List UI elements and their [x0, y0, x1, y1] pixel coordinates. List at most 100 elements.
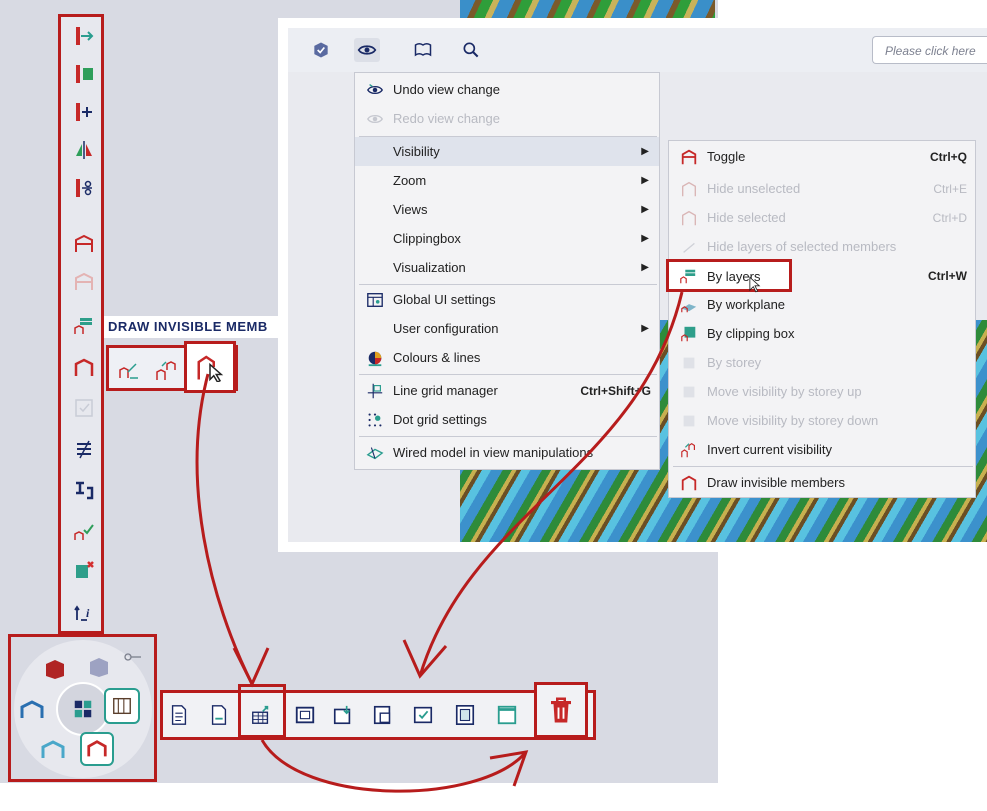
tab-book-icon[interactable]	[410, 38, 436, 62]
by-layers-highlight[interactable]: By layers	[666, 259, 792, 293]
cut-member-icon[interactable]	[69, 175, 99, 201]
member-red-icon[interactable]	[42, 656, 68, 680]
submenu-arrow-icon: ▶	[641, 175, 649, 186]
tab-view-icon[interactable]	[354, 38, 380, 62]
menu-separator	[359, 374, 657, 375]
clipping-box-icon	[679, 324, 699, 344]
submenu-item-hide-unselected[interactable]: Hide unselected Ctrl+E	[669, 174, 975, 203]
import-picture-icon[interactable]	[330, 702, 356, 728]
wired-model-icon	[365, 443, 385, 463]
menu-item-visualization[interactable]: Visualization ▶	[355, 253, 659, 282]
section-icon[interactable]	[69, 477, 99, 503]
report-icon[interactable]	[370, 702, 396, 728]
menu-item-wired-model[interactable]: Wired model in view manipulations	[355, 438, 659, 467]
check-member-icon[interactable]	[69, 517, 99, 543]
submenu-item-by-workplane[interactable]: By workplane	[669, 290, 975, 319]
hide-unselected-icon	[679, 179, 699, 199]
submenu-arrow-icon: ▶	[641, 146, 649, 157]
menu-item-global-ui-settings[interactable]: Global UI settings	[355, 285, 659, 314]
menu-item-colours-lines[interactable]: Colours & lines	[355, 343, 659, 372]
check-disabled-icon[interactable]	[69, 395, 99, 421]
extend-member-icon[interactable]	[69, 23, 99, 49]
check-report-icon[interactable]	[410, 702, 436, 728]
global-settings-icon	[365, 290, 385, 310]
submenu-arrow-icon: ▶	[641, 262, 649, 273]
menu-item-undo-view[interactable]: Undo view change	[355, 75, 659, 104]
view-menu: Undo view change Redo view change Visibi…	[354, 72, 660, 470]
invert-visibility-icon	[679, 440, 699, 460]
menu-item-redo-view[interactable]: Redo view change	[355, 104, 659, 133]
frame-ghost-icon[interactable]	[40, 738, 66, 762]
undo-view-icon	[365, 80, 385, 100]
floor-plan-button[interactable]	[104, 688, 140, 724]
mirror-icon[interactable]	[69, 137, 99, 163]
delete-list-icon[interactable]	[69, 557, 99, 583]
delete-button[interactable]	[534, 682, 588, 738]
menu-item-user-configuration[interactable]: User configuration ▶	[355, 314, 659, 343]
submenu-item-draw-invisible[interactable]: Draw invisible members	[669, 468, 975, 497]
by-layers-icon[interactable]	[69, 311, 99, 337]
invert-visibility-icon[interactable]	[151, 356, 181, 384]
frame-disabled-icon[interactable]	[69, 269, 99, 295]
submenu-item-invert-visibility[interactable]: Invert current visibility	[669, 435, 975, 464]
document-icon[interactable]	[166, 702, 192, 728]
submenu-item-storey-down[interactable]: Move visibility by storey down	[669, 406, 975, 435]
menu-separator	[359, 436, 657, 437]
svg-text:i: i	[86, 606, 90, 620]
split-member-icon[interactable]	[69, 61, 99, 87]
draw-invisible-members-button[interactable]	[184, 341, 236, 393]
menu-item-dot-grid-settings[interactable]: Dot grid settings	[355, 405, 659, 434]
document-page-icon[interactable]	[206, 702, 232, 728]
submenu-arrow-icon: ▶	[641, 233, 649, 244]
member-grey-icon[interactable]	[86, 654, 112, 678]
submenu-item-by-clipping-box[interactable]: By clipping box	[669, 319, 975, 348]
tab-model-icon[interactable]	[308, 38, 334, 62]
submenu-item-hide-layers[interactable]: Hide layers of selected members	[669, 232, 975, 261]
page-layout-icon[interactable]	[452, 702, 478, 728]
menu-separator	[673, 466, 973, 467]
frame-page-icon[interactable]	[494, 702, 520, 728]
menu-item-visibility[interactable]: Visibility ▶	[355, 137, 659, 166]
workplane-icon	[679, 295, 699, 315]
submenu-item-toggle[interactable]: Toggle Ctrl+Q	[669, 142, 975, 171]
storey-down-icon	[679, 411, 699, 431]
trash-icon	[551, 697, 571, 723]
draw-invisible-icon	[679, 473, 699, 493]
grid-settings-icon	[74, 700, 92, 718]
menu-item-clippingbox[interactable]: Clippingbox ▶	[355, 224, 659, 253]
menu-item-line-grid-manager[interactable]: Line grid manager Ctrl+Shift+G	[355, 376, 659, 405]
layers-icon[interactable]	[69, 437, 99, 463]
info-icon[interactable]: i	[69, 599, 99, 625]
redo-view-icon	[365, 109, 385, 129]
key-icon[interactable]	[124, 648, 142, 661]
hide-selected-icon	[679, 208, 699, 228]
toggle-icon	[679, 147, 699, 167]
visibility-submenu: Toggle Ctrl+Q Hide unselected Ctrl+E Hid…	[668, 140, 976, 498]
pointer-frame-icon	[197, 355, 224, 382]
portal-frame-icon[interactable]	[69, 355, 99, 381]
search-input[interactable]: Please click here	[872, 36, 987, 64]
frame-member-icon[interactable]	[69, 231, 99, 257]
insert-member-icon[interactable]	[69, 99, 99, 125]
submenu-item-hide-selected[interactable]: Hide selected Ctrl+D	[669, 203, 975, 232]
colours-icon	[365, 348, 385, 368]
draw-member-icon[interactable]	[113, 356, 143, 384]
submenu-item-storey-up[interactable]: Move visibility by storey up	[669, 377, 975, 406]
submenu-arrow-icon: ▶	[641, 323, 649, 334]
wheel-center[interactable]	[56, 682, 110, 736]
storey-icon	[679, 353, 699, 373]
tab-help-icon[interactable]	[458, 38, 484, 62]
hide-layers-icon	[679, 237, 699, 257]
by-layers-icon	[680, 269, 696, 284]
dot-grid-icon	[365, 410, 385, 430]
frame-blue-icon[interactable]	[18, 698, 46, 722]
vertical-toolbar: i	[58, 14, 104, 634]
menu-item-views[interactable]: Views ▶	[355, 195, 659, 224]
export-table-icon[interactable]	[248, 702, 274, 728]
frame-red-button[interactable]	[80, 732, 114, 766]
menu-item-zoom[interactable]: Zoom ▶	[355, 166, 659, 195]
picture-frame-icon[interactable]	[292, 702, 318, 728]
model-view-strip	[460, 0, 715, 20]
submenu-arrow-icon: ▶	[641, 204, 649, 215]
submenu-item-by-storey[interactable]: By storey	[669, 348, 975, 377]
